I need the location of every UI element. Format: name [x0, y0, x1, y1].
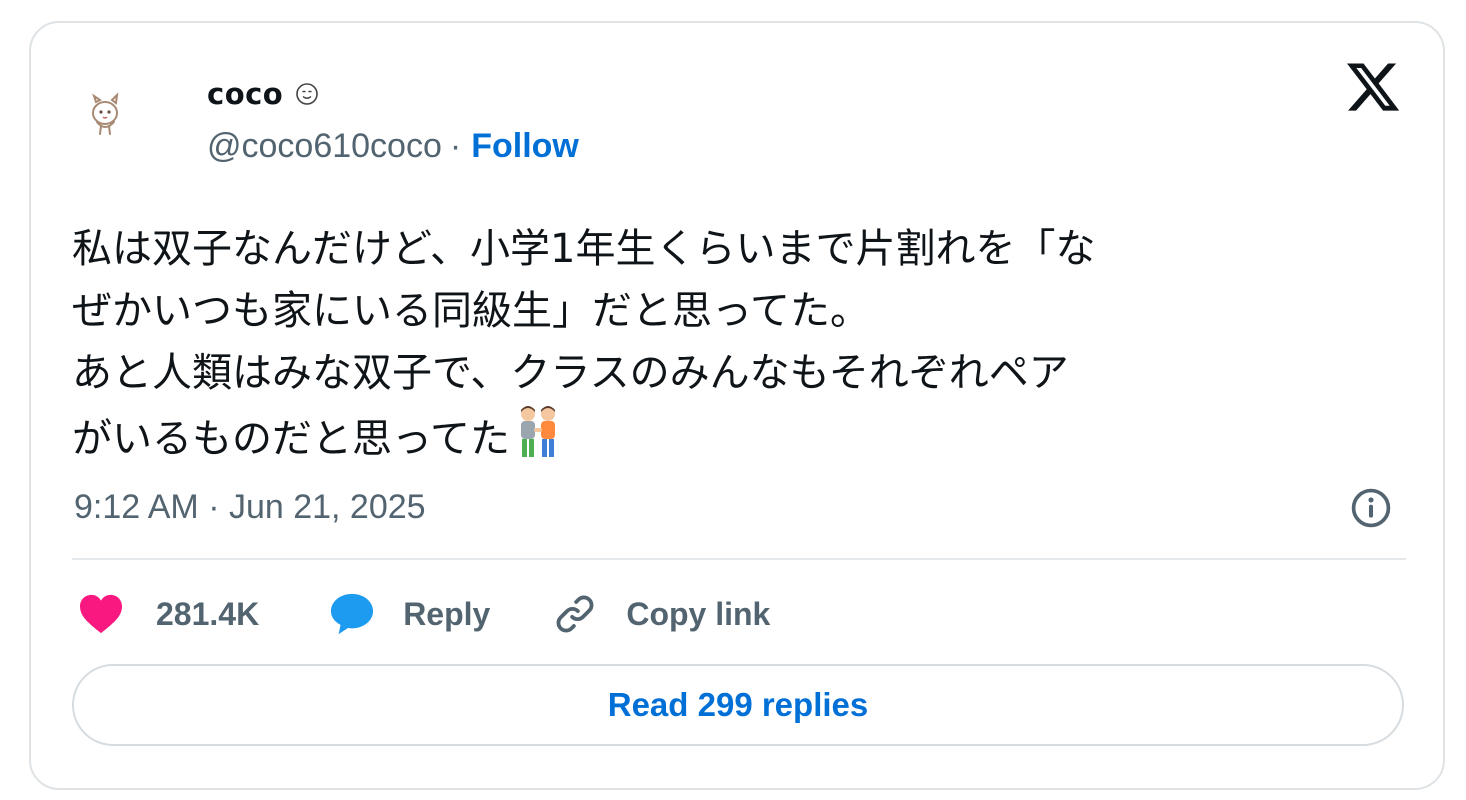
smiling-face-emoji-icon: [296, 83, 319, 105]
reply-bubble-icon: [331, 593, 374, 635]
x-logo-icon[interactable]: [1344, 58, 1402, 116]
tweet-text: 私は双子なんだけど、小学1年生くらいまで片割れを「な ぜかいつも家にいる同級生」…: [72, 218, 1402, 470]
handle-row: @coco610coco · Follow: [207, 126, 579, 166]
handle-separator: ·: [449, 126, 462, 165]
divider: [72, 558, 1406, 560]
info-icon[interactable]: [1349, 486, 1393, 530]
tweet-line: 私は双子なんだけど、小学1年生くらいまで片割れを「な: [72, 226, 1096, 272]
author-name-row[interactable]: coco: [207, 74, 319, 114]
action-bar: 281.4K Reply Copy link: [78, 588, 770, 640]
like-button[interactable]: 281.4K: [78, 593, 259, 635]
reply-button[interactable]: Reply: [329, 592, 490, 636]
tweet-timestamp[interactable]: 9:12 AM · Jun 21, 2025: [74, 488, 426, 527]
copy-link-label: Copy link: [626, 595, 771, 632]
read-replies-label: Read 299 replies: [607, 686, 869, 723]
like-count: 281.4K: [156, 595, 260, 632]
avatar[interactable]: [84, 92, 126, 138]
two-men-holding-hands-emoji-icon: [521, 406, 555, 457]
reply-label: Reply: [403, 595, 491, 632]
tweet-line: あと人類はみな双子で、クラスのみんなもそれぞれペア: [72, 350, 1069, 396]
heart-icon: [80, 594, 122, 634]
tweet-line: ぜかいつも家にいる同級生」だと思ってた。: [72, 288, 870, 334]
tweet-line-last: がいるものだと思ってた: [72, 404, 1402, 470]
tweet-line: がいるものだと思ってた: [72, 416, 510, 462]
follow-link[interactable]: Follow: [471, 127, 579, 166]
read-replies-button[interactable]: Read 299 replies: [72, 664, 1404, 746]
display-name[interactable]: coco: [207, 77, 283, 111]
copy-link-button[interactable]: Copy link: [552, 591, 770, 637]
link-icon: [556, 595, 594, 633]
author-handle[interactable]: @coco610coco: [207, 127, 442, 166]
